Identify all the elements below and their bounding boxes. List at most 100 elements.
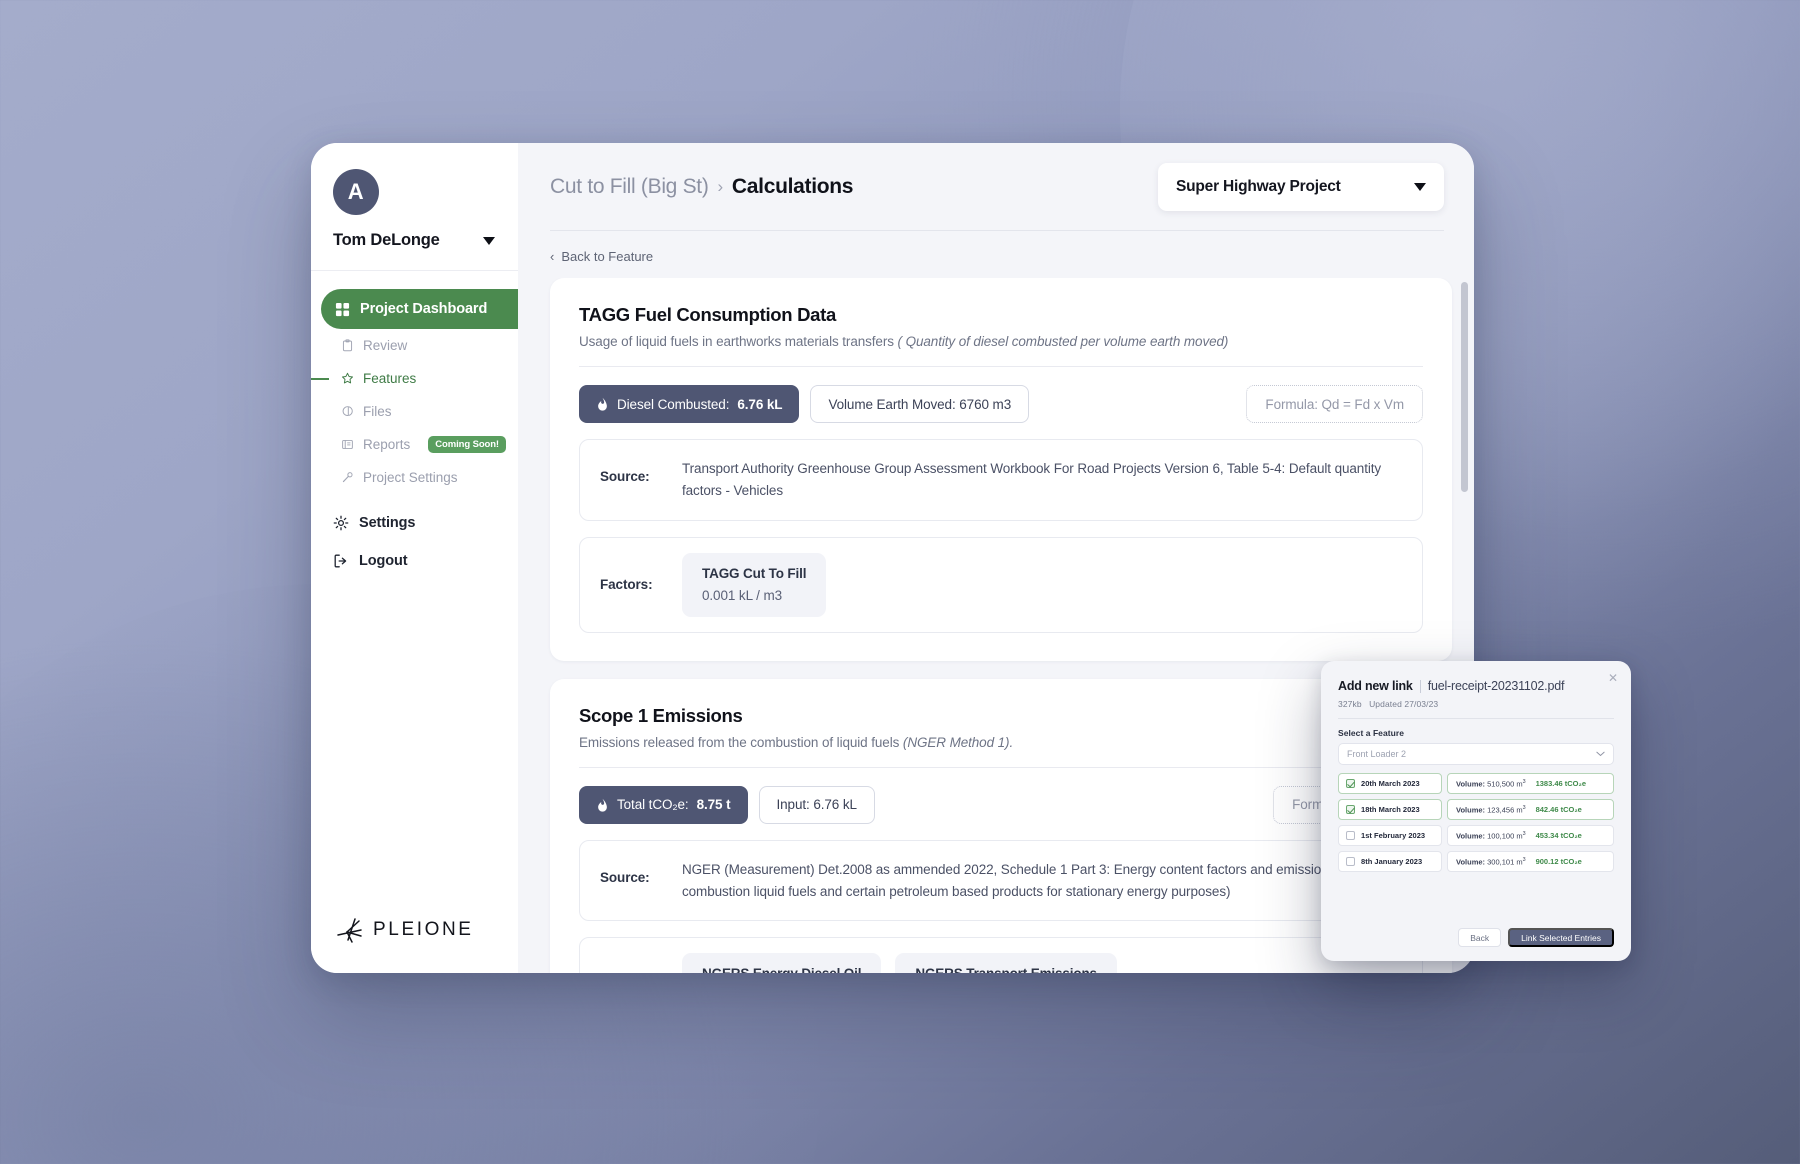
card-scope-1-emissions: Scope 1 Emissions Emissions released fro… <box>550 678 1452 973</box>
sidebar-item-label: Project Settings <box>363 470 458 485</box>
entry-volume-exponent: 3 <box>1522 856 1526 863</box>
card-title: TAGG Fuel Consumption Data <box>579 304 837 325</box>
metric-value: 8.75 t <box>696 797 731 813</box>
user-menu[interactable]: Tom DeLonge <box>333 231 499 250</box>
project-selector[interactable]: Super Highway Project <box>1158 163 1444 211</box>
pleione-mark-icon <box>337 918 362 943</box>
metric-diesel-combusted[interactable]: Diesel Combusted: 6.76 kL <box>579 385 800 423</box>
link-selected-entries-button[interactable]: Link Selected Entries <box>1508 928 1614 947</box>
project-selector-value: Super Highway Project <box>1176 178 1341 195</box>
source-box: Source: Transport Authority Greenhouse G… <box>579 439 1423 521</box>
source-box: Source: NGER (Measurement) Det.2008 as a… <box>579 839 1423 922</box>
user-name: Tom DeLonge <box>333 231 440 249</box>
list-item[interactable]: 20th March 2023 Volume: 510,500 m3 1383.… <box>1338 773 1614 794</box>
card-subtitle: Emissions released from the combustion o… <box>579 735 1423 750</box>
scrollbar-thumb[interactable] <box>1461 282 1468 492</box>
sidebar-item-label: Features <box>363 371 417 386</box>
user-block: A Tom DeLonge <box>311 143 518 271</box>
sidebar-item-features[interactable]: Features <box>311 362 518 395</box>
metric-value: 6.76 kL <box>737 396 783 412</box>
sidebar-item-reports[interactable]: Reports Coming Soon! <box>311 428 518 461</box>
sidebar-item-files[interactable]: Files <box>311 395 518 428</box>
factor-name: TAGG Cut To Fill <box>702 565 807 581</box>
divider <box>579 766 1423 768</box>
list-item[interactable]: 8th January 2023 Volume: 300,101 m3 900.… <box>1338 851 1614 872</box>
entry-date-cell[interactable]: 18th March 2023 <box>1338 799 1442 820</box>
add-new-link-modal: ✕ Add new link fuel-receipt-20231102.pdf… <box>1321 661 1631 961</box>
sidebar-item-settings[interactable]: Settings <box>311 504 518 542</box>
metrics-row: Diesel Combusted: 6.76 kL Volume Earth M… <box>579 385 1423 423</box>
file-size: 327kb <box>1338 699 1362 709</box>
card-tagg-fuel-consumption: TAGG Fuel Consumption Data Usage of liqu… <box>550 278 1452 661</box>
card-subtitle-plain: Usage of liquid fuels in earthworks mate… <box>579 334 894 349</box>
chevron-left-icon: ‹ <box>550 249 555 264</box>
chevron-down-icon <box>1414 183 1426 191</box>
entry-date-cell[interactable]: 8th January 2023 <box>1338 851 1442 872</box>
divider <box>579 366 1423 367</box>
back-to-feature-link[interactable]: ‹ Back to Feature <box>518 231 1474 278</box>
checkbox[interactable] <box>1346 779 1355 788</box>
sidebar-item-label: Reports <box>363 437 411 452</box>
entry-list: 20th March 2023 Volume: 510,500 m3 1383.… <box>1338 773 1614 872</box>
factor-chip: TAGG Cut To Fill 0.001 kL / m3 <box>682 552 827 617</box>
page-title: Calculations <box>731 175 854 198</box>
modal-footer: Back Link Selected Entries <box>1338 928 1614 947</box>
entry-volume: Volume: 300,101 m3 <box>1456 857 1526 867</box>
modal-title: Add new link <box>1338 679 1413 693</box>
clipboard-icon <box>342 339 353 352</box>
entry-volume-label: Volume: <box>1456 857 1486 867</box>
list-item[interactable]: 1st February 2023 Volume: 100,100 m3 453… <box>1338 825 1614 846</box>
sidebar-item-logout[interactable]: Logout <box>311 542 518 580</box>
checkbox[interactable] <box>1346 831 1355 840</box>
source-text: Transport Authority Greenhouse Group Ass… <box>682 461 1382 498</box>
sidebar-item-project-dashboard[interactable]: Project Dashboard <box>321 289 534 329</box>
card-title: Scope 1 Emissions <box>579 704 743 726</box>
sidebar-item-label: Review <box>363 338 408 353</box>
metric-input[interactable]: Input: 6.76 kL <box>758 785 875 824</box>
wrench-icon <box>342 472 353 483</box>
status-badge: Coming Soon! <box>428 436 506 453</box>
metric-label: Total tCO₂e: <box>617 797 689 813</box>
metric-label: Diesel Combusted: <box>617 396 730 412</box>
close-icon[interactable]: ✕ <box>1608 672 1618 684</box>
back-button[interactable]: Back <box>1458 928 1502 947</box>
metric-total-tco2e[interactable]: Total tCO₂e: 8.75 t <box>579 785 748 824</box>
entry-volume-value: 300,101 m <box>1487 857 1523 867</box>
report-icon <box>342 439 353 450</box>
entry-values-cell: Volume: 300,101 m3 900.12 tCO₂e <box>1447 851 1614 872</box>
sidebar-item-label: Logout <box>359 553 408 569</box>
chevron-down-icon <box>483 236 495 245</box>
entry-date-cell[interactable]: 1st February 2023 <box>1338 825 1442 846</box>
checkbox[interactable] <box>1346 805 1355 814</box>
entry-volume-label: Volume: <box>1456 779 1486 789</box>
feature-select[interactable]: Front Loader 2 <box>1338 743 1614 765</box>
metric-volume-earth-moved[interactable]: Volume Earth Moved: 6760 m3 <box>810 385 1030 423</box>
sidebar-item-review[interactable]: Review <box>311 329 518 362</box>
sidebar-item-label: Settings <box>359 515 416 531</box>
entry-co2: 453.34 tCO₂e <box>1535 831 1582 840</box>
entry-co2: 900.12 tCO₂e <box>1535 857 1582 866</box>
file-updated: Updated 27/03/23 <box>1369 699 1439 709</box>
factor-name: NGERS Transport Emissions <box>915 966 1097 973</box>
avatar: A <box>333 169 379 215</box>
gear-icon <box>333 515 349 531</box>
factor-chip: NGERS Transport Emissions 70.41 kg CO₂e … <box>895 953 1117 973</box>
entry-volume-exponent: 3 <box>1522 830 1526 837</box>
breadcrumb-parent[interactable]: Cut to Fill (Big St) <box>550 175 709 199</box>
entry-date-cell[interactable]: 20th March 2023 <box>1338 773 1442 794</box>
card-subtitle-italic: ( Quantity of diesel combusted per volum… <box>897 334 1229 349</box>
card-subtitle-plain: Emissions released from the combustion o… <box>579 734 900 750</box>
breadcrumb-separator: › <box>717 177 724 196</box>
brand-name: PLEIONE <box>373 919 474 940</box>
sidebar-item-project-settings[interactable]: Project Settings <box>311 461 518 494</box>
factor-value: 0.001 kL / m3 <box>702 587 782 603</box>
factors-label: Factors: <box>600 577 653 593</box>
entry-volume-value: 100,100 m <box>1487 831 1523 841</box>
app-window: A Tom DeLonge Project Dashboard Review F… <box>311 143 1474 973</box>
entry-volume-label: Volume: <box>1456 805 1486 815</box>
metrics-row: Total tCO₂e: 8.75 t Input: 6.76 kL Formu… <box>579 785 1423 824</box>
list-item[interactable]: 18th March 2023 Volume: 123,456 m3 842.4… <box>1338 799 1614 820</box>
checkbox[interactable] <box>1346 857 1355 866</box>
entry-volume-value: 510,500 m <box>1487 779 1523 789</box>
entry-volume: Volume: 100,100 m3 <box>1456 831 1526 841</box>
